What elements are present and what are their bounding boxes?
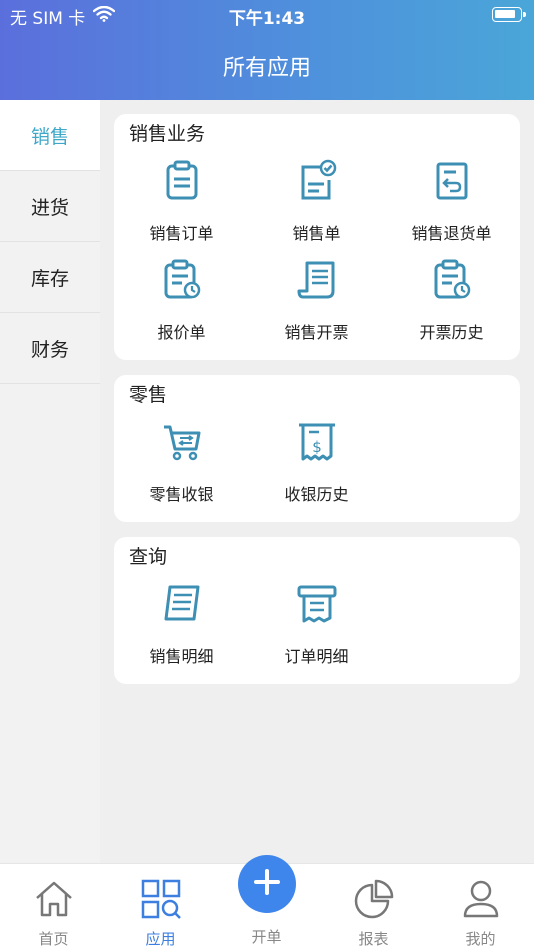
dollar-receipt-icon: $ (295, 419, 339, 467)
app-order-detail[interactable]: 订单明细 (249, 571, 384, 670)
tab-home[interactable]: 首页 (0, 878, 107, 949)
tab-label: 报表 (358, 930, 389, 948)
clipboard-icon (160, 158, 204, 206)
app-label: 销售单 (292, 224, 341, 243)
app-content: 销售业务 销售订单 销售单 销售退货单 报价单 销售开票 开票历史 零售 零售收… (114, 114, 520, 699)
section-query: 查询 销售明细 订单明细 (114, 537, 520, 684)
app-checkout-history[interactable]: $ 收银历史 (249, 409, 384, 508)
sidebar-item-sales[interactable]: 销售 (0, 100, 100, 171)
app-label: 销售订单 (149, 224, 214, 243)
section-title: 销售业务 (129, 123, 206, 145)
sidebar-item-label: 销售 (30, 125, 69, 148)
app-retail-checkout[interactable]: 零售收银 (114, 409, 249, 508)
sidebar-item-label: 库存 (30, 267, 69, 290)
app-sales-return[interactable]: 销售退货单 (384, 148, 519, 247)
sidebar-item-inventory[interactable]: 库存 (0, 242, 100, 313)
tab-label: 开单 (251, 928, 282, 946)
app-sales-invoice[interactable]: 销售开票 (249, 247, 384, 346)
user-icon (460, 878, 502, 924)
pie-chart-icon (353, 878, 395, 924)
list-document-icon (160, 581, 204, 629)
home-icon (33, 878, 75, 924)
status-bar: 无 SIM 卡 下午1:43 (0, 0, 534, 30)
tab-label: 应用 (145, 930, 176, 948)
app-header: 无 SIM 卡 下午1:43 所有应用 (0, 0, 534, 100)
receipt-icon (295, 581, 339, 629)
status-time: 下午1:43 (228, 9, 306, 29)
clipboard-history-icon (430, 257, 474, 305)
app-label: 零售收银 (149, 485, 214, 504)
page-title: 所有应用 (222, 56, 311, 81)
app-quotation[interactable]: 报价单 (114, 247, 249, 346)
tab-label: 首页 (38, 930, 69, 948)
app-label: 销售明细 (149, 647, 214, 666)
app-label: 订单明细 (284, 647, 349, 666)
plus-icon (252, 867, 282, 901)
section-retail: 零售 零售收银 $ 收银历史 (114, 375, 520, 522)
section-title: 查询 (129, 546, 168, 568)
bottom-tab-bar: 首页 应用 开单 报表 我的 (0, 855, 534, 950)
document-check-icon (295, 158, 339, 206)
tab-label: 我的 (465, 930, 496, 948)
svg-text:$: $ (312, 438, 322, 456)
tab-me[interactable]: 我的 (427, 878, 534, 949)
cart-icon (160, 419, 204, 467)
app-sales-slip[interactable]: 销售单 (249, 148, 384, 247)
app-label: 报价单 (157, 323, 206, 342)
return-document-icon (430, 158, 474, 206)
app-sales-order[interactable]: 销售订单 (114, 148, 249, 247)
tab-reports[interactable]: 报表 (320, 878, 427, 949)
app-sales-detail[interactable]: 销售明细 (114, 571, 249, 670)
app-invoice-history[interactable]: 开票历史 (384, 247, 519, 346)
tab-apps[interactable]: 应用 (107, 878, 214, 949)
clipboard-clock-icon (160, 257, 204, 305)
section-sales-business: 销售业务 销售订单 销售单 销售退货单 报价单 销售开票 开票历史 (114, 114, 520, 360)
battery-icon (492, 7, 526, 22)
sidebar-item-label: 财务 (30, 338, 69, 361)
sidebar-item-finance[interactable]: 财务 (0, 313, 100, 384)
sidebar-item-purchase[interactable]: 进货 (0, 171, 100, 242)
category-sidebar: 销售 进货 库存 财务 (0, 100, 100, 863)
invoice-scroll-icon (295, 257, 339, 305)
apps-search-icon (140, 878, 182, 924)
section-title: 零售 (129, 384, 168, 406)
create-order-button[interactable] (238, 855, 296, 913)
sidebar-item-label: 进货 (30, 196, 69, 219)
app-label: 收银历史 (284, 485, 349, 504)
app-label: 销售开票 (284, 323, 349, 342)
app-label: 开票历史 (419, 323, 484, 342)
app-label: 销售退货单 (411, 224, 492, 243)
